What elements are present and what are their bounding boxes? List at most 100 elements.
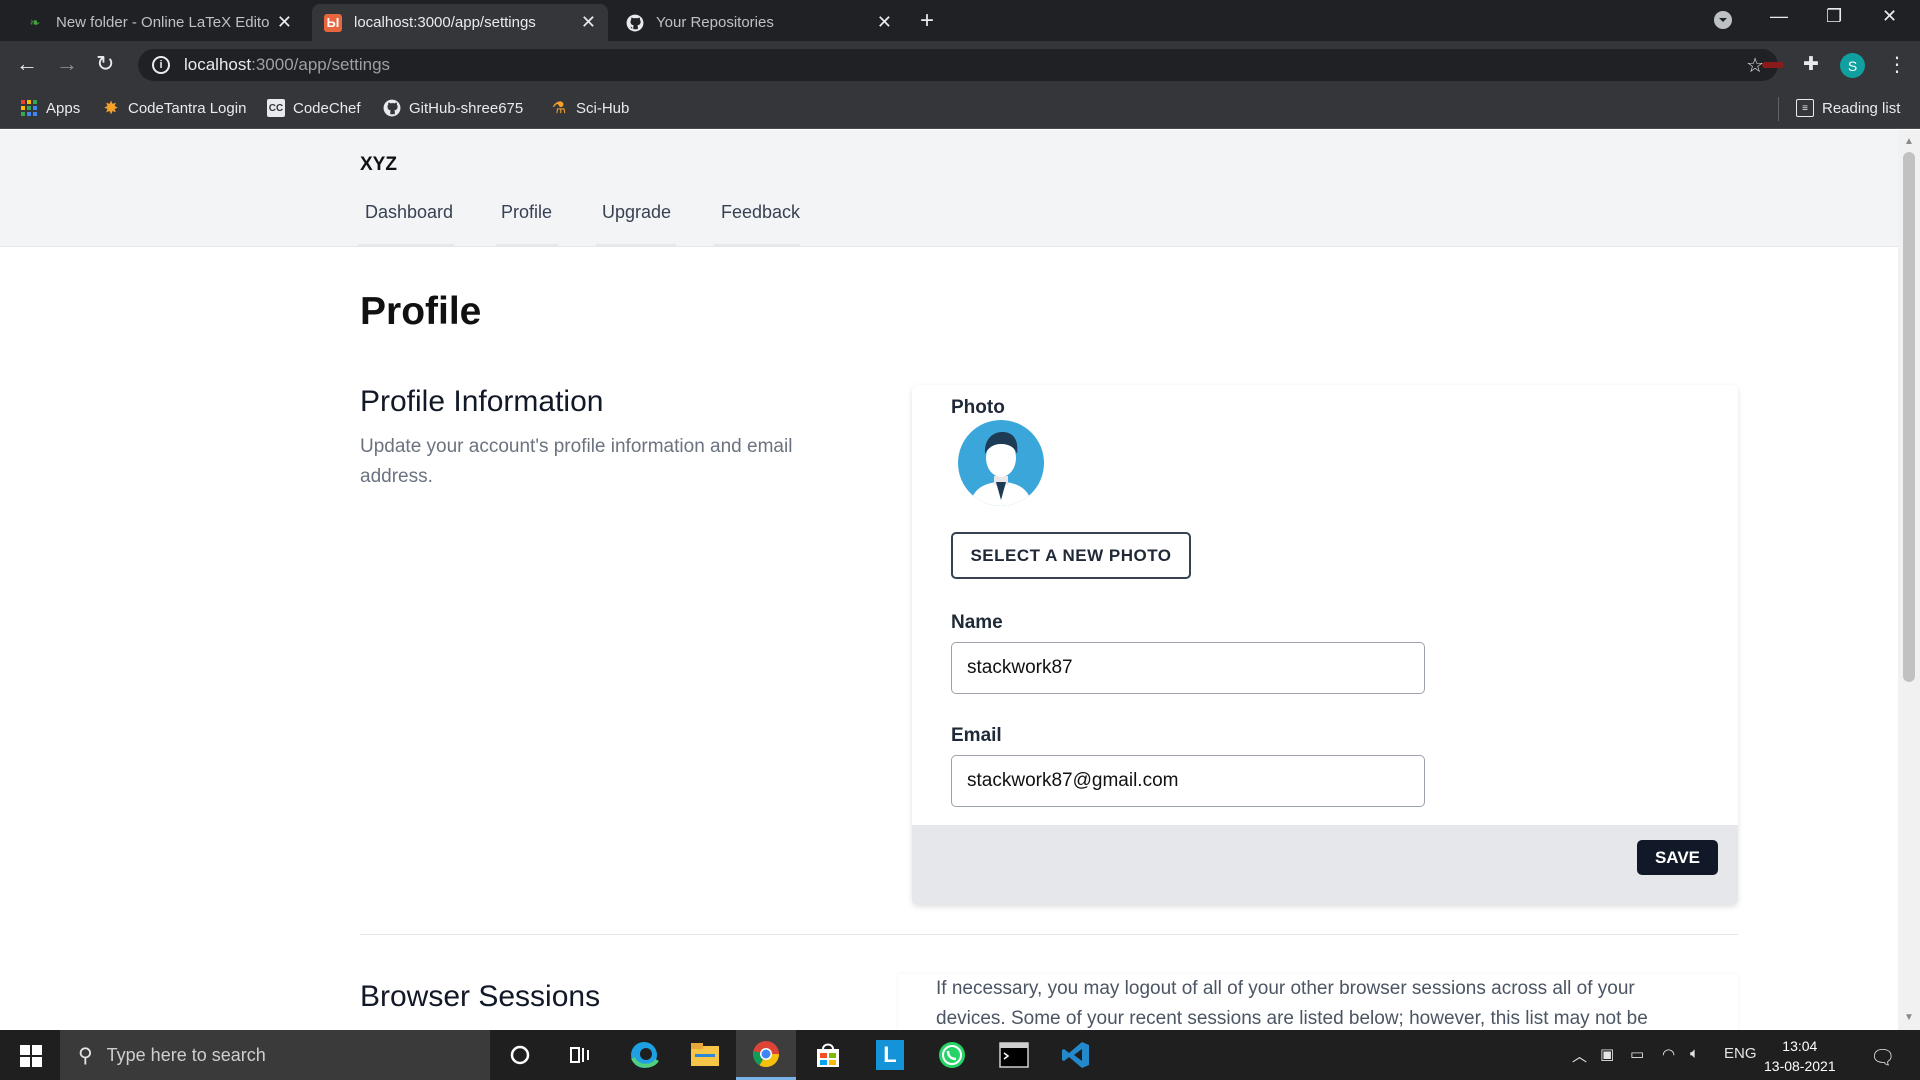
cortana-icon[interactable] [490,1030,550,1080]
volume-icon[interactable]: 🔈︎ [1690,1045,1699,1062]
card-footer: SAVE [912,825,1738,905]
window-close-icon[interactable]: ✕ [1882,6,1897,27]
codechef-icon: CC [267,99,285,117]
browser-toolbar: ← → ↻ i localhost:3000/app/settings ☆ ✚ … [0,41,1920,89]
tab-settings[interactable]: Ы localhost:3000/app/settings ✕ [312,4,608,41]
whatsapp-icon[interactable] [922,1030,982,1080]
bookmark-label: Apps [46,99,81,117]
url-host: localhost [184,55,252,74]
bookmark-label: Sci-Hub [576,99,630,117]
reading-list-button[interactable]: ≡ Reading list [1796,99,1900,117]
nav-profile[interactable]: Profile [501,202,552,223]
page-title: Profile [360,290,482,333]
tab-title: Your Repositories [656,14,774,31]
tab-title: New folder - Online LaTeX Editor [56,14,269,31]
address-bar[interactable]: i localhost:3000/app/settings ☆ [138,49,1778,81]
new-tab-button[interactable]: + [920,7,934,35]
nav-upgrade[interactable]: Upgrade [602,202,671,223]
windows-start-icon[interactable] [20,1045,42,1072]
search-icon: ⚲ [78,1044,93,1067]
scroll-up-icon[interactable]: ▲ [1904,136,1914,147]
page-viewport: XYZ Dashboard Profile Upgrade Feedback P… [0,130,1898,1030]
app-navbar: XYZ Dashboard Profile Upgrade Feedback [0,130,1898,247]
reading-list-label: Reading list [1822,99,1901,117]
github-icon [383,99,401,117]
name-field[interactable] [951,642,1425,694]
restore-icon[interactable]: ❐ [1826,6,1842,27]
email-field[interactable] [951,755,1425,807]
launcher-l-icon[interactable]: L [860,1030,920,1080]
extensions-puzzle-icon[interactable]: ✚ [1803,53,1819,76]
nav-feedback[interactable]: Feedback [721,202,800,223]
profile-info-card: Photo SELECT A NEW PHOTO Name Email SAVE [912,385,1738,905]
url-path: :3000/app/settings [251,55,391,74]
photo-label: Photo [951,397,1005,418]
taskbar-search[interactable]: ⚲ Type here to search [60,1030,490,1080]
profile-info-description: Update your account's profile informatio… [360,436,793,487]
bookmark-label: CodeChef [293,99,361,117]
site-info-icon[interactable]: i [152,56,170,74]
minimize-icon[interactable]: — [1770,6,1788,27]
edge-icon[interactable] [614,1030,674,1080]
bookmarks-bar: Apps ✸ CodeTantra Login CC CodeChef GitH… [0,89,1920,129]
tray-chevron-icon[interactable]: ︿ [1572,1045,1587,1066]
windows-taskbar: ⚲ Type here to search L ︿ ▣ ▭ ◠ 🔈︎ ENG 1… [0,1030,1920,1080]
store-icon[interactable] [798,1030,858,1080]
apps-grid-icon [20,99,38,117]
nav-dashboard[interactable]: Dashboard [365,202,453,223]
tab-title: localhost:3000/app/settings [354,14,536,31]
search-placeholder: Type here to search [106,1044,266,1065]
profile-avatar[interactable]: S [1840,53,1865,78]
close-tab-icon[interactable]: ✕ [277,12,292,33]
github-icon [626,14,644,32]
bookmark-apps[interactable]: Apps [20,99,80,117]
reload-icon[interactable]: ↻ [96,51,114,77]
back-icon[interactable]: ← [16,51,38,77]
bookmarks-divider [1778,97,1779,121]
email-label: Email [951,725,1002,746]
select-photo-button[interactable]: SELECT A NEW PHOTO [951,532,1191,579]
save-button[interactable]: SAVE [1637,840,1718,875]
bookmark-codetantra[interactable]: ✸ CodeTantra Login [102,97,247,118]
vscode-icon[interactable] [1046,1030,1106,1080]
overleaf-icon: ❧ [29,14,41,30]
wifi-icon[interactable]: ◠ [1662,1045,1675,1063]
codetantra-icon: ✸ [103,97,119,118]
file-explorer-icon[interactable] [675,1030,735,1080]
tab-latex-editor[interactable]: ❧ New folder - Online LaTeX Editor ✕ [14,4,304,41]
battery-icon[interactable]: ▭ [1630,1045,1644,1063]
bookmark-label: GitHub-shree675 [409,99,524,117]
tray-network-monitor-icon[interactable]: ▣ [1600,1045,1614,1063]
clock-time: 13:04 [1782,1038,1818,1054]
section-divider [360,934,1738,935]
close-tab-icon[interactable]: ✕ [581,12,596,33]
bookmark-codechef[interactable]: CC CodeChef [267,99,361,117]
profile-info-title: Profile Information [360,385,604,418]
bookmark-scihub[interactable]: ⚗ Sci-Hub [550,99,630,118]
browser-tab-strip: ❧ New folder - Online LaTeX Editor ✕ Ы l… [0,0,1920,41]
scroll-down-icon[interactable]: ▼ [1904,1012,1914,1023]
scihub-icon: ⚗ [551,100,567,117]
chrome-icon[interactable] [736,1030,796,1080]
avatar [958,420,1044,506]
user-silhouette-icon [970,432,1032,506]
brand-logo[interactable]: XYZ [360,154,397,176]
close-tab-icon[interactable]: ✕ [877,12,892,33]
nav-underline [496,244,558,246]
tab-repositories[interactable]: Your Repositories ✕ [614,4,904,41]
tab-search-icon[interactable] [1713,10,1733,35]
bookmark-label: CodeTantra Login [128,99,247,117]
scrollbar-thumb[interactable] [1903,152,1915,682]
notifications-icon[interactable]: 🗨︎ [1870,1045,1895,1070]
task-view-icon[interactable] [550,1030,610,1080]
forward-icon[interactable]: → [56,51,78,77]
terminal-icon[interactable] [984,1030,1044,1080]
language-indicator[interactable]: ENG [1724,1045,1757,1062]
nav-underline [714,244,800,246]
menu-kebab-icon[interactable]: ⋮ [1887,52,1907,77]
system-clock[interactable]: 13:04 13-08-2021 [1764,1036,1836,1076]
extension-icon[interactable] [1762,62,1784,68]
bookmark-github[interactable]: GitHub-shree675 [383,99,523,117]
page-scrollbar[interactable]: ▲ ▼ [1898,130,1920,1030]
reading-list-icon: ≡ [1796,99,1814,117]
